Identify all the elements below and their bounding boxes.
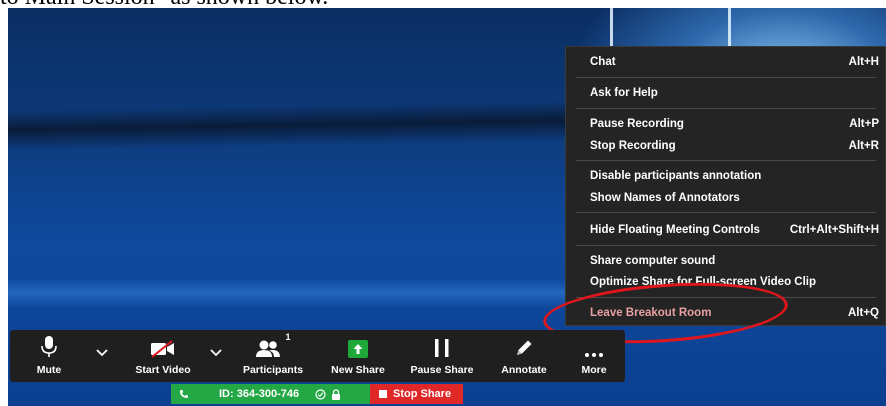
menu-item-shortcut: Alt+H [848, 56, 879, 68]
menu-item-label: Stop Recording [590, 140, 676, 152]
new-share-button[interactable]: New Share [326, 330, 390, 382]
mute-label: Mute [36, 364, 62, 376]
meeting-toolbar: Mute Start Video 1 Participants New Shar… [10, 330, 625, 382]
pause-share-label: Pause Share [410, 364, 474, 376]
audio-options-chevron[interactable] [96, 346, 108, 360]
video-options-chevron[interactable] [210, 346, 222, 360]
menu-item-label: Optimize Share for Full-screen Video Cli… [590, 276, 817, 288]
menu-item-label: Show Names of Annotators [590, 192, 740, 204]
video-off-icon [151, 340, 174, 358]
mute-button[interactable]: Mute [24, 330, 74, 382]
phone-icon [180, 390, 188, 398]
chevron-down-icon [96, 349, 108, 357]
more-options-menu: Chat Alt+H Ask for Help Pause Recording … [565, 46, 886, 326]
annotate-button[interactable]: Annotate [494, 330, 554, 382]
start-video-label: Start Video [135, 364, 191, 376]
meeting-id-box: ID: 364-300-746 [171, 384, 370, 404]
pencil-icon [517, 340, 532, 355]
chevron-down-icon [210, 349, 222, 357]
menu-item-leave-breakout-room[interactable]: Leave Breakout Room Alt+Q [566, 302, 886, 324]
menu-item-label: Hide Floating Meeting Controls [590, 224, 760, 236]
menu-item-chat[interactable]: Chat Alt+H [566, 51, 886, 73]
menu-item-hide-floating-controls[interactable]: Hide Floating Meeting Controls Ctrl+Alt+… [566, 219, 886, 241]
menu-item-pause-recording[interactable]: Pause Recording Alt+P [566, 113, 886, 135]
menu-item-label: Disable participants annotation [590, 170, 762, 182]
menu-divider [576, 77, 876, 78]
participants-icon [256, 340, 281, 357]
meeting-status-bar: ID: 364-300-746 Stop Share [171, 384, 463, 404]
menu-divider [576, 160, 876, 161]
participants-label: Participants [242, 364, 304, 376]
menu-item-optimize-share[interactable]: Optimize Share for Full-screen Video Cli… [566, 271, 886, 293]
share-screen-icon [348, 340, 368, 358]
menu-item-label: Leave Breakout Room [590, 307, 712, 319]
more-dots-icon [585, 353, 603, 357]
menu-divider [576, 245, 876, 246]
menu-item-label: Share computer sound [590, 255, 716, 267]
document-text: to Main Session" as shown below. [0, 0, 328, 9]
pause-icon [435, 339, 449, 357]
shield-icon [315, 388, 326, 400]
pause-share-button[interactable]: Pause Share [406, 330, 478, 382]
more-label: More [581, 364, 607, 376]
menu-item-shortcut: Alt+R [848, 140, 879, 152]
menu-item-share-computer-sound[interactable]: Share computer sound [566, 250, 886, 272]
participants-count: 1 [285, 332, 291, 342]
participants-button[interactable]: 1 Participants [238, 330, 308, 382]
microphone-icon [41, 336, 57, 357]
menu-item-stop-recording[interactable]: Stop Recording Alt+R [566, 135, 886, 157]
menu-item-label: Chat [590, 56, 616, 68]
menu-item-shortcut: Ctrl+Alt+Shift+H [789, 224, 879, 236]
menu-item-label: Ask for Help [590, 87, 658, 99]
stop-share-label: Stop Share [393, 388, 452, 400]
menu-item-label: Pause Recording [590, 118, 684, 130]
menu-divider [576, 297, 876, 298]
menu-item-ask-for-help[interactable]: Ask for Help [566, 82, 886, 104]
menu-item-shortcut: Alt+Q [848, 307, 879, 319]
new-share-label: New Share [331, 364, 385, 376]
stop-share-button[interactable]: Stop Share [370, 384, 463, 404]
annotate-label: Annotate [501, 364, 547, 376]
more-button[interactable]: More [568, 330, 620, 382]
menu-item-shortcut: Alt+P [849, 118, 879, 130]
meeting-id-label: ID: 364-300-746 [219, 388, 300, 400]
menu-divider [576, 108, 876, 109]
menu-item-disable-annotation[interactable]: Disable participants annotation [566, 165, 886, 187]
stop-square-icon [379, 390, 387, 398]
menu-item-show-annotator-names[interactable]: Show Names of Annotators [566, 187, 886, 209]
start-video-button[interactable]: Start Video [128, 330, 198, 382]
lock-icon [332, 388, 341, 400]
menu-divider [576, 212, 876, 213]
